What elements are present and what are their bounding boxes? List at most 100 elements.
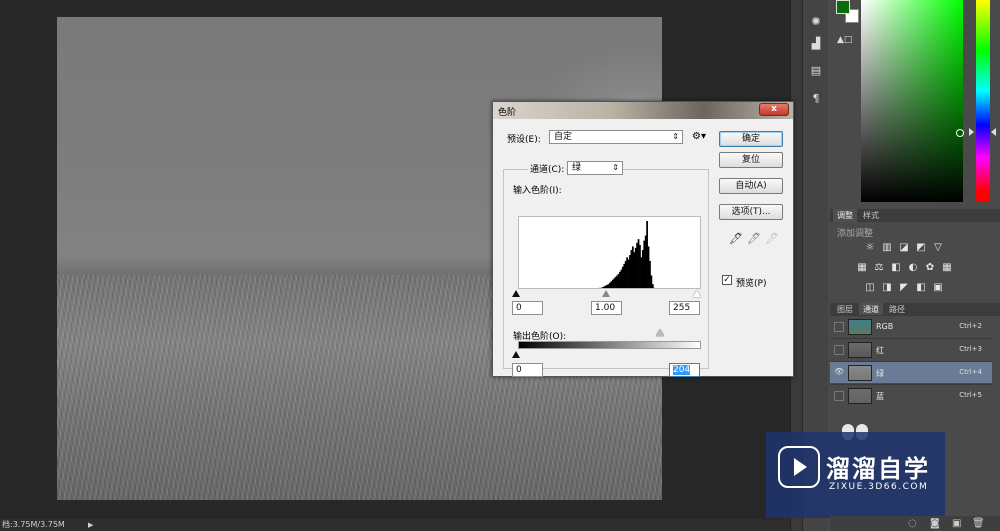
- tab-adjustments[interactable]: 调整: [833, 209, 857, 222]
- channel-row-green[interactable]: 👁 绿 Ctrl+4: [830, 361, 992, 383]
- eye-icon[interactable]: 👁: [834, 368, 844, 378]
- black-white-icon[interactable]: ◧: [890, 262, 902, 273]
- channel-thumbnail: [848, 319, 872, 335]
- close-button[interactable]: x: [759, 103, 789, 116]
- input-black-field[interactable]: 0: [512, 301, 543, 315]
- color-balance-icon[interactable]: ⚖: [873, 262, 885, 273]
- status-menu-arrow-icon[interactable]: ▶: [88, 519, 93, 531]
- channel-select[interactable]: 绿 ⇕: [567, 161, 623, 175]
- visibility-toggle[interactable]: [834, 391, 844, 401]
- preview-label: 预览(P): [736, 279, 767, 289]
- updown-icon: ⇕: [672, 132, 679, 141]
- preset-label: 预设(E):: [507, 135, 541, 145]
- hue-marker-right-icon[interactable]: [991, 128, 996, 136]
- status-bar: 档:3.75M/3.75M ▶: [0, 519, 800, 531]
- tab-styles[interactable]: 样式: [859, 209, 883, 222]
- gray-eyedropper-icon[interactable]: 🖊: [747, 232, 761, 246]
- ok-button[interactable]: 确定: [719, 131, 783, 147]
- updown-icon: ⇕: [612, 163, 619, 172]
- dialog-body: 预设(E): 自定 ⇕ ⚙▾ 通道(C): 绿 ⇕ 输入色阶(I): 0 1.0…: [496, 121, 790, 377]
- channel-label: 通道(C):: [528, 162, 567, 175]
- channel-thumbnail: [848, 388, 872, 404]
- visibility-toggle[interactable]: [834, 322, 844, 332]
- quick-mask-icon[interactable]: ▲□: [837, 35, 852, 45]
- document-size-text: 档:3.75M/3.75M: [2, 520, 65, 529]
- black-eyedropper-icon[interactable]: 🖊: [729, 232, 743, 246]
- brightness-icon[interactable]: ☼: [864, 242, 876, 253]
- selective-color-icon[interactable]: ▣: [932, 282, 944, 293]
- paragraph-icon[interactable]: ¶: [807, 91, 825, 107]
- channel-value: 绿: [572, 163, 582, 173]
- curves-icon[interactable]: ◪: [898, 242, 910, 253]
- auto-button[interactable]: 自动(A): [719, 178, 783, 194]
- output-white-field[interactable]: 204: [669, 363, 700, 377]
- histogram: [518, 216, 701, 289]
- preset-select[interactable]: 自定 ⇕: [549, 130, 683, 144]
- channel-row-red[interactable]: 红 Ctrl+3: [830, 338, 992, 360]
- adjustments-tabbar: 调整 样式: [830, 209, 1000, 222]
- exposure-icon[interactable]: ◩: [915, 242, 927, 253]
- mask-icon[interactable]: ◙: [930, 518, 940, 529]
- channel-name: 红: [876, 346, 884, 355]
- levels-adjust-icon[interactable]: ▥: [881, 242, 893, 253]
- gradient-map-icon[interactable]: ◧: [915, 282, 927, 293]
- selection-icon[interactable]: ◌: [908, 518, 917, 529]
- watermark-subtitle: ZIXUE.3D66.COM: [829, 482, 929, 492]
- hue-saturation-icon[interactable]: ▦: [856, 262, 868, 273]
- output-gradient-bar: [518, 341, 701, 349]
- histogram-bar: [653, 287, 656, 288]
- color-picker-field[interactable]: [861, 0, 963, 202]
- threshold-icon[interactable]: ◤: [898, 282, 910, 293]
- channel-mixer-icon[interactable]: ✿: [924, 262, 936, 273]
- preset-value: 自定: [554, 132, 573, 142]
- output-white-value: 204: [673, 365, 691, 375]
- channel-shortcut: Ctrl+4: [959, 368, 982, 376]
- channel-row-rgb[interactable]: RGB Ctrl+2: [830, 315, 992, 337]
- output-black-field[interactable]: 0: [512, 363, 543, 377]
- channels-bottom-bar: ◌ ◙ ▣ 🗑: [830, 516, 1000, 531]
- preview-checkbox[interactable]: ✓: [722, 275, 732, 285]
- posterize-icon[interactable]: ◨: [881, 282, 893, 293]
- hue-slider[interactable]: [976, 0, 990, 202]
- input-levels-label: 输入色阶(I):: [513, 186, 562, 196]
- adjustments-title: 添加调整: [837, 229, 874, 239]
- new-channel-icon[interactable]: ▣: [952, 518, 961, 529]
- channel-shortcut: Ctrl+2: [959, 322, 982, 330]
- sun-icon[interactable]: ✺: [807, 14, 825, 30]
- invert-icon[interactable]: ◫: [864, 282, 876, 293]
- input-white-field[interactable]: 255: [669, 301, 700, 315]
- input-black-slider[interactable]: [512, 290, 520, 297]
- gear-icon[interactable]: ⚙▾: [692, 131, 706, 142]
- output-white-slider[interactable]: [656, 329, 664, 336]
- channel-thumbnail: [848, 365, 872, 381]
- channel-shortcut: Ctrl+3: [959, 345, 982, 353]
- options-button[interactable]: 选项(T)...: [719, 204, 783, 220]
- channel-row-blue[interactable]: 蓝 Ctrl+5: [830, 384, 992, 406]
- channel-name: 蓝: [876, 392, 884, 401]
- output-black-slider[interactable]: [512, 351, 520, 358]
- play-icon: [794, 458, 807, 476]
- white-eyedropper-icon[interactable]: 🖊: [765, 232, 779, 246]
- hue-marker-left-icon[interactable]: [969, 128, 974, 136]
- levels-icon[interactable]: ▟: [807, 36, 825, 52]
- foreground-color-swatch[interactable]: [836, 0, 850, 14]
- dialog-titlebar[interactable]: 色阶 x: [493, 102, 793, 119]
- watermark-title: 溜溜自学: [826, 455, 930, 483]
- layers-icon[interactable]: ▤: [807, 63, 825, 79]
- photo-filter-icon[interactable]: ◐: [907, 262, 919, 273]
- trash-icon[interactable]: 🗑: [972, 518, 985, 529]
- input-gamma-slider[interactable]: [602, 290, 610, 297]
- channel-name: 绿: [876, 369, 884, 378]
- input-white-slider[interactable]: [693, 290, 701, 297]
- visibility-toggle[interactable]: [834, 345, 844, 355]
- color-picker-cursor[interactable]: [956, 129, 964, 137]
- dialog-title: 色阶: [498, 108, 517, 118]
- histogram-bar: [651, 284, 654, 288]
- channel-name: RGB: [876, 322, 894, 331]
- reset-button[interactable]: 复位: [719, 152, 783, 168]
- input-gamma-field[interactable]: 1.00: [591, 301, 622, 315]
- color-lookup-icon[interactable]: ▦: [941, 262, 953, 273]
- channel-shortcut: Ctrl+5: [959, 391, 982, 399]
- channel-thumbnail: [848, 342, 872, 358]
- vibrance-icon[interactable]: ▽: [932, 242, 944, 253]
